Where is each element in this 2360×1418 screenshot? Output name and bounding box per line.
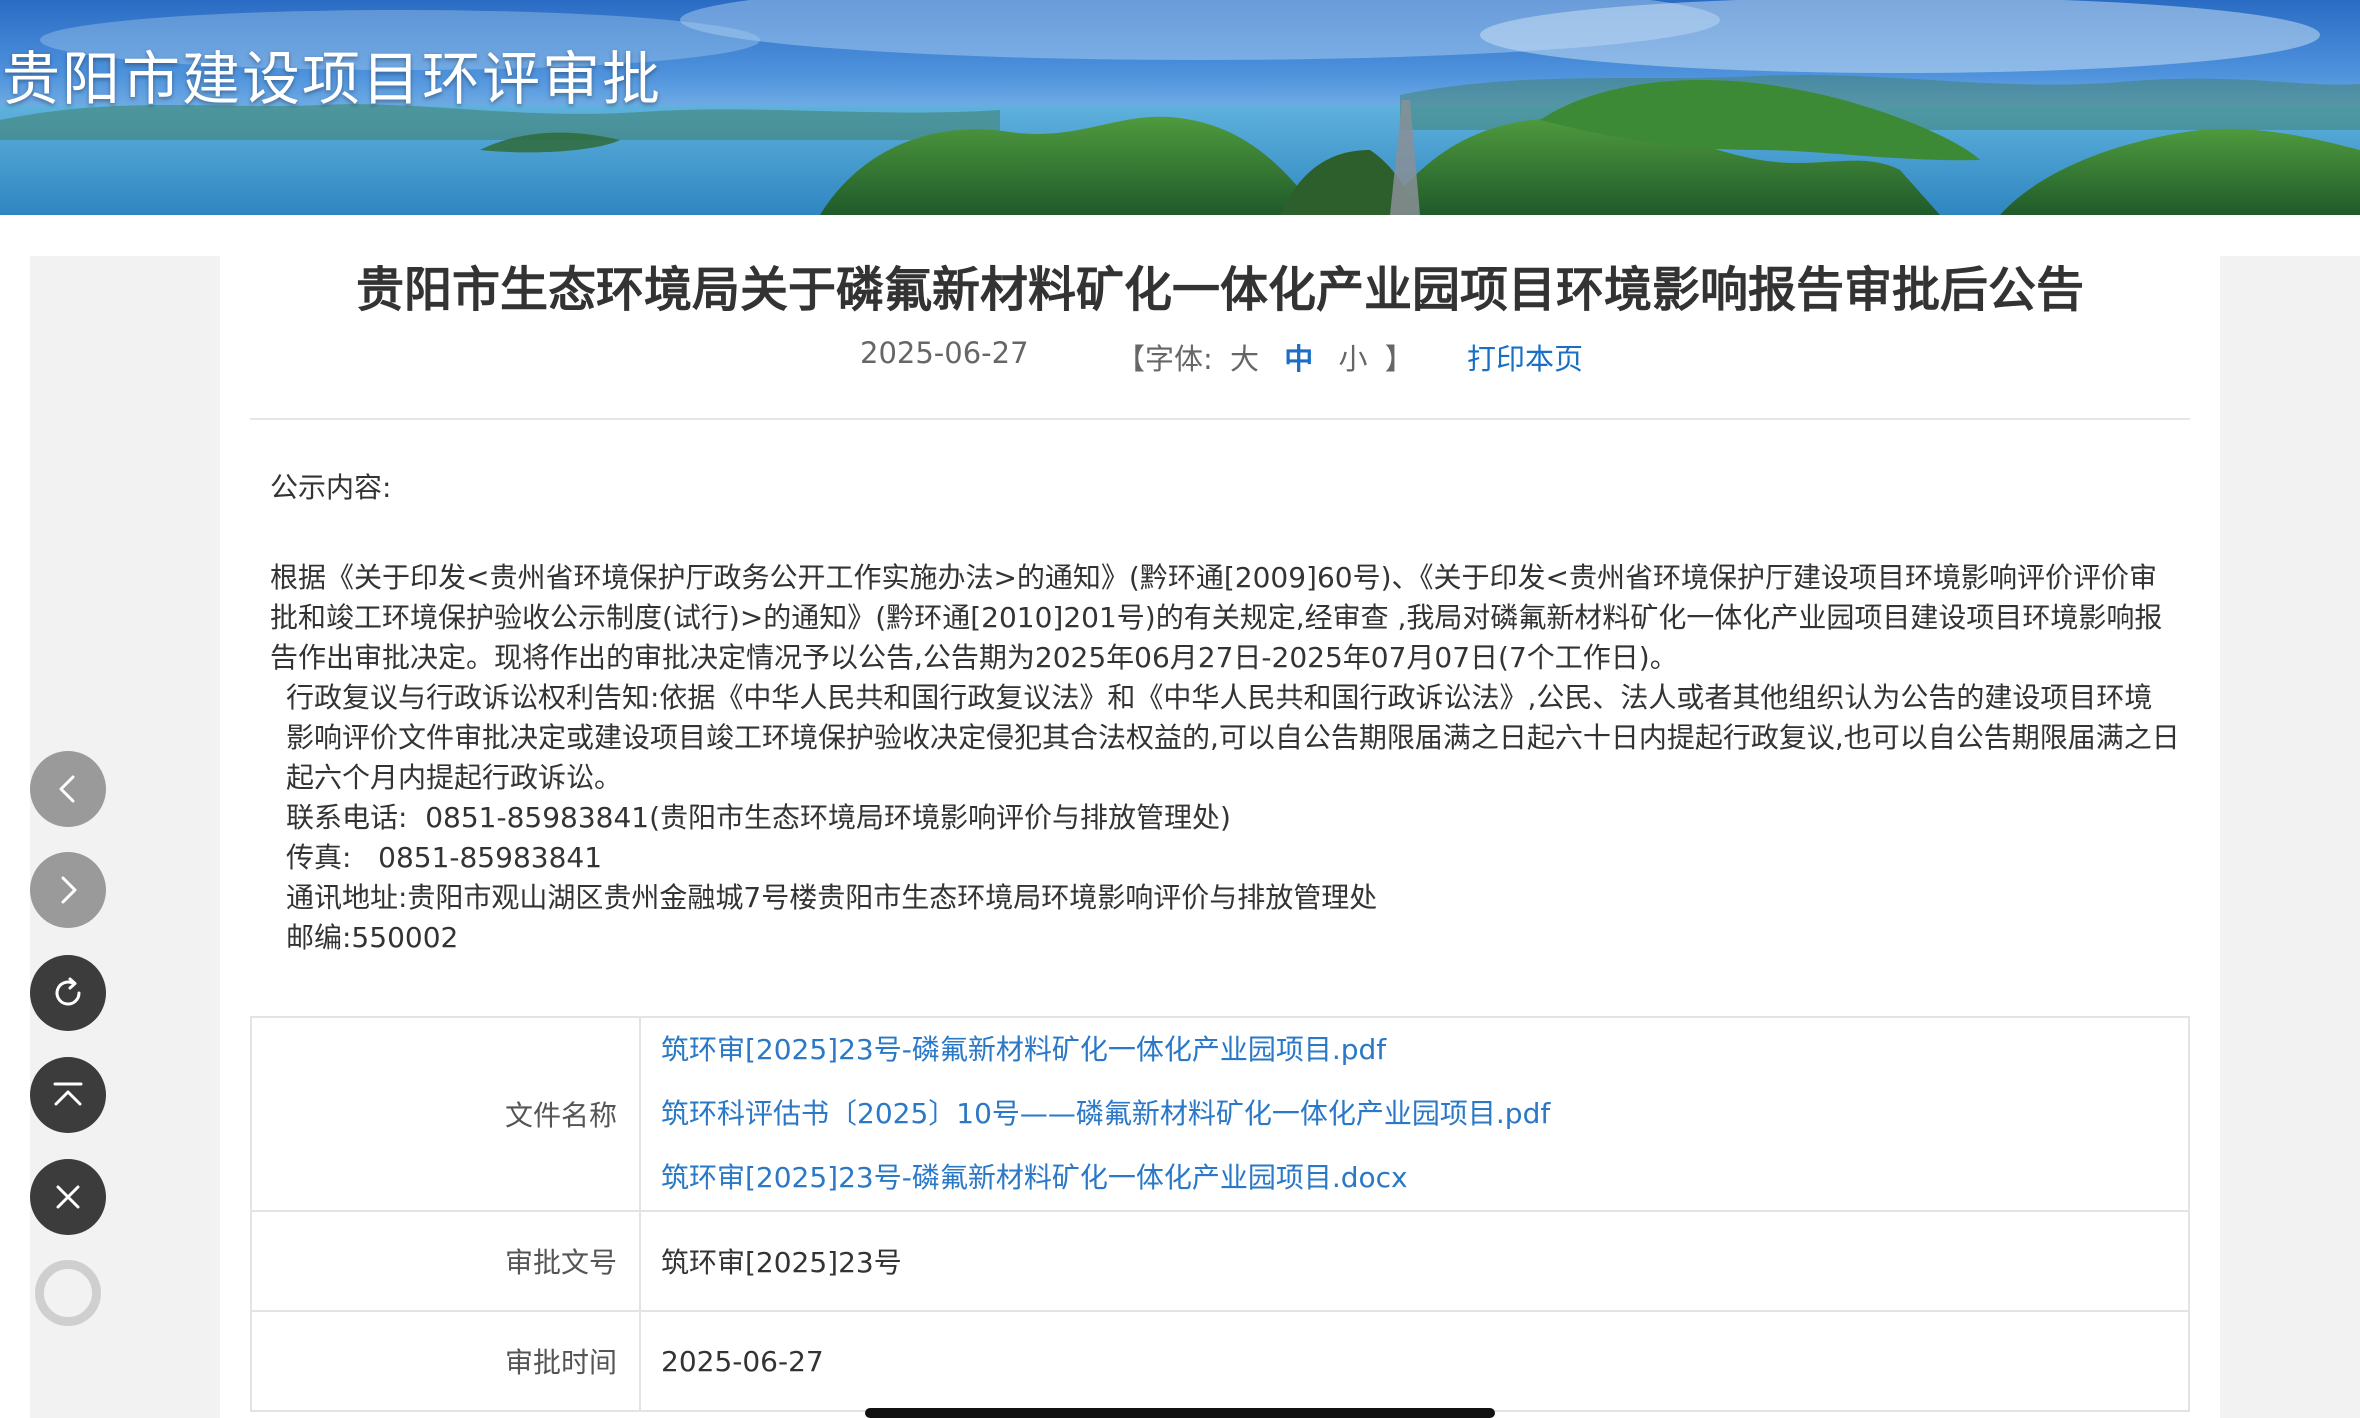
site-banner: 贵阳市建设项目环评审批 — [0, 0, 2360, 215]
scroll-top-icon — [53, 1082, 83, 1106]
paragraph-rights-notice: 行政复议与行政诉讼权利告知:依据《中华人民共和国行政复议法》和《中华人民共和国行… — [286, 681, 2180, 794]
file-link-assessment-pdf[interactable]: 筑环科评估书〔2025〕10号——磷氟新材料矿化一体化产业园项目.pdf — [661, 1082, 2187, 1146]
publish-date: 2025-06-27 — [860, 336, 1029, 370]
approval-time-label: 审批时间 — [250, 1310, 641, 1412]
font-size-label: 【字体: — [1116, 342, 1213, 376]
postcode: 邮编:550002 — [286, 921, 459, 954]
right-gutter — [2220, 256, 2360, 1418]
refresh-button[interactable] — [30, 955, 106, 1031]
font-size-small-button[interactable]: 小 — [1338, 336, 1367, 378]
font-size-large-button[interactable]: 大 — [1230, 336, 1259, 378]
doc-number-value: 筑环审[2025]23号 — [639, 1210, 2190, 1312]
announcement-content: 公示内容: 根据《关于印发<贵州省环境保护厅政务公开工作实施办法>的通知》(黔环… — [270, 468, 2180, 958]
approval-info-table: 文件名称 筑环审[2025]23号-磷氟新材料矿化一体化产业园项目.pdf 筑环… — [250, 1016, 2190, 1412]
back-button[interactable] — [30, 751, 106, 827]
chevron-right-icon — [61, 876, 77, 904]
file-link-approval-pdf[interactable]: 筑环审[2025]23号-磷氟新材料矿化一体化产业园项目.pdf — [661, 1018, 2187, 1082]
close-icon — [56, 1185, 80, 1209]
forward-button[interactable] — [30, 852, 106, 928]
font-size-medium-button[interactable]: 中 — [1284, 336, 1313, 378]
approval-time-value: 2025-06-27 — [639, 1310, 2190, 1412]
circle-icon[interactable] — [35, 1260, 101, 1326]
file-name-label: 文件名称 — [250, 1016, 641, 1212]
doc-number-label: 审批文号 — [250, 1210, 641, 1312]
font-size-close-bracket: 】 — [1384, 342, 1414, 376]
site-title: 贵阳市建设项目环评审批 — [2, 45, 663, 113]
print-page-link[interactable]: 打印本页 — [1467, 336, 1583, 378]
file-list: 筑环审[2025]23号-磷氟新材料矿化一体化产业园项目.pdf 筑环科评估书〔… — [639, 1016, 2190, 1212]
table-row: 文件名称 筑环审[2025]23号-磷氟新材料矿化一体化产业园项目.pdf 筑环… — [250, 1016, 2190, 1212]
left-gutter — [30, 256, 220, 1418]
font-size-selector: 【字体: 大 中 小 】 — [1116, 336, 1414, 378]
refresh-icon — [55, 977, 81, 1006]
content-heading: 公示内容: — [270, 471, 392, 504]
home-indicator[interactable] — [865, 1408, 1495, 1418]
file-link-approval-docx[interactable]: 筑环审[2025]23号-磷氟新材料矿化一体化产业园项目.docx — [661, 1146, 2187, 1210]
article-title: 贵阳市生态环境局关于磷氟新材料矿化一体化产业园项目环境影响报告审批后公告 — [355, 262, 2084, 318]
mailing-address: 通讯地址:贵阳市观山湖区贵州金融城7号楼贵阳市生态环境局环境影响评价与排放管理处 — [286, 881, 1378, 914]
close-button[interactable] — [30, 1159, 106, 1235]
scroll-to-top-button[interactable] — [30, 1057, 106, 1133]
table-row: 审批时间 2025-06-27 — [250, 1310, 2190, 1412]
paragraph-basis: 根据《关于印发<贵州省环境保护厅政务公开工作实施办法>的通知》(黔环通[2009… — [270, 561, 2163, 674]
chevron-left-icon — [59, 775, 75, 803]
table-row: 审批文号 筑环审[2025]23号 — [250, 1210, 2190, 1312]
contact-phone: 联系电话: 0851-85983841(贵阳市生态环境局环境影响评价与排放管理处… — [286, 801, 1231, 834]
fax-number: 传真: 0851-85983841 — [286, 841, 603, 874]
header-divider — [250, 418, 2190, 420]
